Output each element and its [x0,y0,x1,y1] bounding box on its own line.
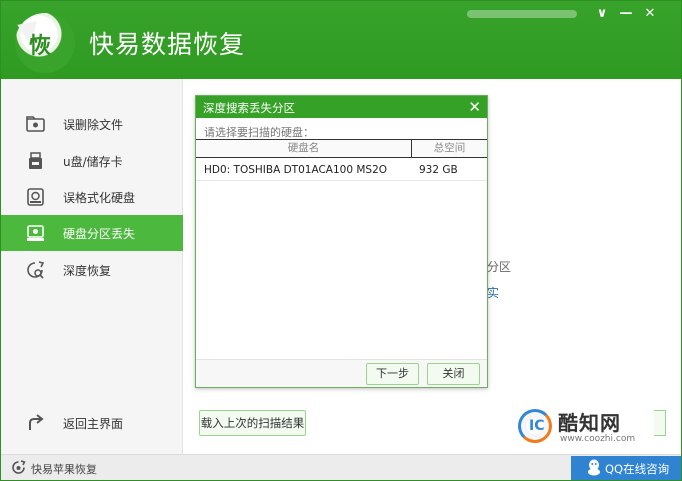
load-last-scan-button[interactable]: 载入上次的扫描结果 [199,410,306,436]
sidebar-item-label: 误删除文件 [63,118,124,132]
minimize-button[interactable]: ∨ [591,5,613,23]
disk-table-header: 硬盘名 总空间 [196,139,487,158]
app-title: 快易数据恢复 [89,30,246,59]
app-window: 恢 快易数据恢复 ∨ — ✕ 误删除文件 u盘/储存卡 误格式化硬盘 硬盘分区丢… [0,0,682,481]
watermark-name: 酷知网 [558,411,621,435]
sidebar-item-label: u盘/储存卡 [63,155,123,169]
sidebar-item-label: 误格式化硬盘 [63,191,136,205]
background-link-text[interactable]: 实 [487,284,499,301]
watermark-url: www.coozhi.com [560,434,636,444]
qq-penguin-icon [588,459,600,476]
deep-recovery-icon [27,261,45,279]
hard-drive-icon [27,188,44,206]
folder-icon [26,116,45,132]
disk-name-cell: HD0: TOSHIBA DT01ACA100 MS2O [204,164,388,176]
app-logo-icon: 恢 [15,13,75,73]
status-bar: 快易苹果恢复 QQ在线咨询 [1,454,681,480]
dialog-footer: 下一步 关闭 [196,359,487,387]
sidebar-item-deep-recovery[interactable]: 深度恢复 [1,252,183,288]
column-header-total-space[interactable]: 总空间 [412,140,487,157]
usb-drive-icon [29,152,42,169]
sidebar-item-formatted-disk[interactable]: 误格式化硬盘 [1,179,183,215]
back-label: 返回主界面 [63,417,124,431]
restore-button[interactable]: — [615,5,637,23]
disk-select-prompt: 请选择要扫描的硬盘： [204,126,314,139]
sidebar-item-label: 深度恢复 [63,264,112,278]
watermark-logo-text: IC [529,418,545,434]
back-arrow-icon [29,414,44,430]
blurred-account-text [467,10,577,18]
apple-recovery-icon [12,460,26,474]
qq-consult-label: QQ在线咨询 [605,462,670,476]
coozhi-logo-icon: IC [518,409,552,443]
table-row[interactable]: HD0: TOSHIBA DT01ACA100 MS2O 932 GB [196,159,487,181]
sidebar: 误删除文件 u盘/储存卡 误格式化硬盘 硬盘分区丢失 深度恢复 返回主界面 [1,79,183,454]
sidebar-item-usb-card[interactable]: u盘/储存卡 [1,143,183,179]
title-bar: 恢 快易数据恢复 ∨ — ✕ [1,1,681,79]
dialog-title-bar: 深度搜索丢失分区 ✕ [196,96,487,118]
dialog-title: 深度搜索丢失分区 [203,101,295,115]
disk-size-cell: 932 GB [419,164,458,176]
sidebar-item-deleted-files[interactable]: 误删除文件 [1,106,183,142]
qq-consult-button[interactable]: QQ在线咨询 [571,456,681,480]
coozhi-watermark: IC 酷知网 www.coozhi.com [518,405,643,449]
background-button-edge[interactable] [654,410,666,436]
deep-search-dialog: 深度搜索丢失分区 ✕ 请选择要扫描的硬盘： 硬盘名 总空间 HD0: TOSHI… [195,95,488,388]
partition-icon [27,225,44,241]
close-window-button[interactable]: ✕ [639,5,661,23]
background-partition-text: 分区 [487,260,512,274]
apple-recovery-link[interactable]: 快易苹果恢复 [31,461,97,477]
sidebar-item-label: 硬盘分区丢失 [63,227,136,241]
dialog-close-icon[interactable]: ✕ [468,97,481,117]
logo-character: 恢 [29,34,52,59]
column-header-disk-name[interactable]: 硬盘名 [196,140,412,157]
next-step-button[interactable]: 下一步 [366,363,419,385]
back-to-main-button[interactable]: 返回主界面 [1,405,183,441]
close-dialog-button[interactable]: 关闭 [427,363,480,385]
sidebar-item-partition-lost[interactable]: 硬盘分区丢失 [1,215,183,251]
